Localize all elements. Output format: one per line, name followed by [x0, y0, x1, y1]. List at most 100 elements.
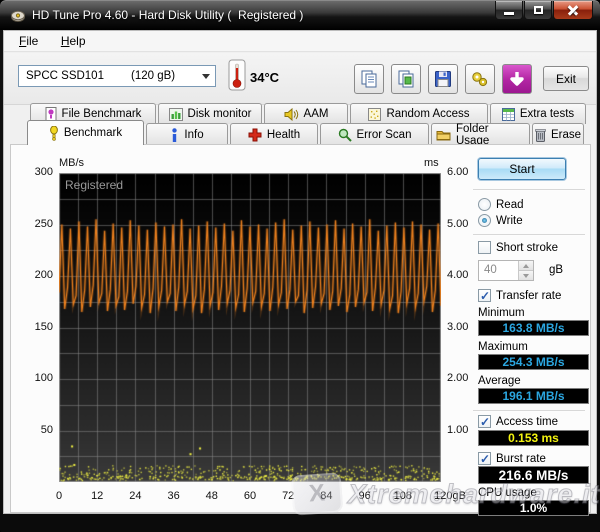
short-stroke-unit: gB: [549, 264, 563, 276]
spinner-up-button[interactable]: [518, 261, 533, 270]
read-radio-row[interactable]: Read: [478, 198, 524, 211]
tab-label: Erase: [551, 129, 581, 141]
options-button[interactable]: [465, 64, 495, 94]
short-stroke-row[interactable]: Short stroke: [478, 241, 558, 254]
y-right-axis-label: ms: [424, 157, 439, 169]
cpu-usage-label: CPU usage: [478, 487, 537, 499]
transfer-rate-checkbox[interactable]: [478, 289, 491, 302]
benchmark-page: MB/s ms Registered 300250200150100506.00…: [10, 144, 591, 513]
tab-aam[interactable]: AAM: [264, 103, 348, 124]
gears-icon: [470, 69, 490, 89]
maximize-icon: [534, 6, 543, 14]
spinner-down-button[interactable]: [518, 270, 533, 280]
burst-rate-checkbox[interactable]: [478, 452, 491, 465]
y-right-tick: 3.00: [447, 321, 468, 333]
exit-label: Exit: [556, 72, 576, 86]
y-left-tick: 200: [11, 269, 53, 281]
start-label: Start: [509, 162, 534, 176]
access-time-label: Access time: [496, 416, 558, 428]
minimize-button[interactable]: [495, 1, 523, 20]
minimum-value-box: 163.8 MB/s: [478, 320, 589, 336]
tab-label: Extra tests: [520, 108, 574, 120]
y-right-tick: 6.00: [447, 166, 468, 178]
average-value-box: 196.1 MB/s: [478, 388, 589, 404]
magnifier-icon: [338, 128, 352, 142]
tab-health[interactable]: Health: [230, 123, 318, 145]
drive-capacity: (120 gB): [131, 70, 175, 82]
y-left-tick: 50: [11, 424, 53, 436]
arrow-down-icon: [523, 274, 529, 278]
menu-bar: File Help: [4, 31, 596, 52]
y-right-tick: 5.00: [447, 218, 468, 230]
read-radio[interactable]: [478, 198, 491, 211]
registered-watermark: Registered: [65, 178, 123, 192]
menu-file[interactable]: File: [10, 31, 47, 51]
start-button[interactable]: Start: [478, 158, 566, 180]
tab-disk-monitor[interactable]: Disk monitor: [158, 103, 262, 124]
cpu-usage-value: 1.0%: [520, 501, 547, 515]
download-arrow-icon: [507, 69, 527, 89]
copy-text-icon: [359, 69, 379, 89]
tab-info[interactable]: Info: [146, 123, 228, 145]
minimize-icon: [504, 12, 514, 15]
transfer-rate-row[interactable]: Transfer rate: [478, 289, 561, 302]
cpu-usage-value-box: 1.0%: [478, 500, 589, 516]
save-button[interactable]: [428, 64, 458, 94]
write-radio[interactable]: [478, 214, 491, 227]
write-radio-row[interactable]: Write: [478, 214, 523, 227]
y-right-tick: 1.00: [447, 424, 468, 436]
toolbar: SPCC SSD101 (120 gB) 34°C: [4, 53, 596, 105]
tab-folder-usage[interactable]: Folder Usage: [431, 123, 530, 145]
speaker-icon: [284, 108, 299, 121]
access-time-row[interactable]: Access time: [478, 415, 558, 428]
burst-rate-row[interactable]: Burst rate: [478, 452, 546, 465]
save-icon: [433, 69, 453, 89]
minimum-value: 163.8 MB/s: [502, 321, 564, 335]
menu-help[interactable]: Help: [52, 31, 95, 51]
tab-benchmark[interactable]: Benchmark: [27, 120, 144, 145]
short-stroke-spinner[interactable]: 40: [478, 260, 534, 281]
app-window: HD Tune Pro 4.60 - Hard Disk Utility ( R…: [0, 0, 600, 532]
info-icon: [170, 128, 179, 142]
copy-text-button[interactable]: [354, 64, 384, 94]
drive-select-combo[interactable]: SPCC SSD101 (120 gB): [18, 65, 216, 87]
copy-image-button[interactable]: [391, 64, 421, 94]
average-label: Average: [478, 375, 521, 387]
exit-button[interactable]: Exit: [543, 66, 589, 91]
x-axis-tick: 120gB: [428, 490, 472, 502]
tab-erase[interactable]: Erase: [532, 123, 584, 145]
maximum-label: Maximum: [478, 341, 528, 353]
y-right-tick: 2.00: [447, 372, 468, 384]
extra-tests-icon: [502, 108, 515, 121]
y-left-tick: 150: [11, 321, 53, 333]
y-left-axis-label: MB/s: [59, 157, 84, 169]
close-button[interactable]: [553, 1, 593, 20]
tab-label: Health: [267, 129, 300, 141]
y-left-tick: 100: [11, 372, 53, 384]
thermometer-icon: [228, 59, 246, 91]
health-cross-icon: [248, 128, 262, 142]
disk-monitor-icon: [169, 108, 183, 121]
maximize-button[interactable]: [524, 1, 552, 20]
tab-label: Error Scan: [357, 129, 412, 141]
tab-label: Disk monitor: [188, 108, 252, 120]
maximum-value-box: 254.3 MB/s: [478, 354, 589, 370]
temperature-readout: 34°C: [250, 70, 279, 85]
short-stroke-label: Short stroke: [496, 242, 558, 254]
access-time-value: 0.153 ms: [508, 431, 559, 445]
file-benchmark-icon: [45, 107, 57, 121]
tab-label: AAM: [304, 108, 329, 120]
tab-error-scan[interactable]: Error Scan: [320, 123, 429, 145]
chevron-down-icon: [202, 74, 210, 79]
read-label: Read: [496, 199, 524, 211]
tab-random-access[interactable]: Random Access: [350, 103, 488, 124]
transfer-rate-label: Transfer rate: [496, 290, 561, 302]
tab-extra-tests[interactable]: Extra tests: [490, 103, 586, 124]
burst-rate-value-box: 216.6 MB/s: [478, 466, 589, 484]
benchmark-icon: [49, 126, 59, 141]
download-update-button[interactable]: [502, 64, 532, 94]
access-time-checkbox[interactable]: [478, 415, 491, 428]
short-stroke-checkbox[interactable]: [478, 241, 491, 254]
close-icon: [567, 4, 579, 16]
copy-image-icon: [396, 69, 416, 89]
